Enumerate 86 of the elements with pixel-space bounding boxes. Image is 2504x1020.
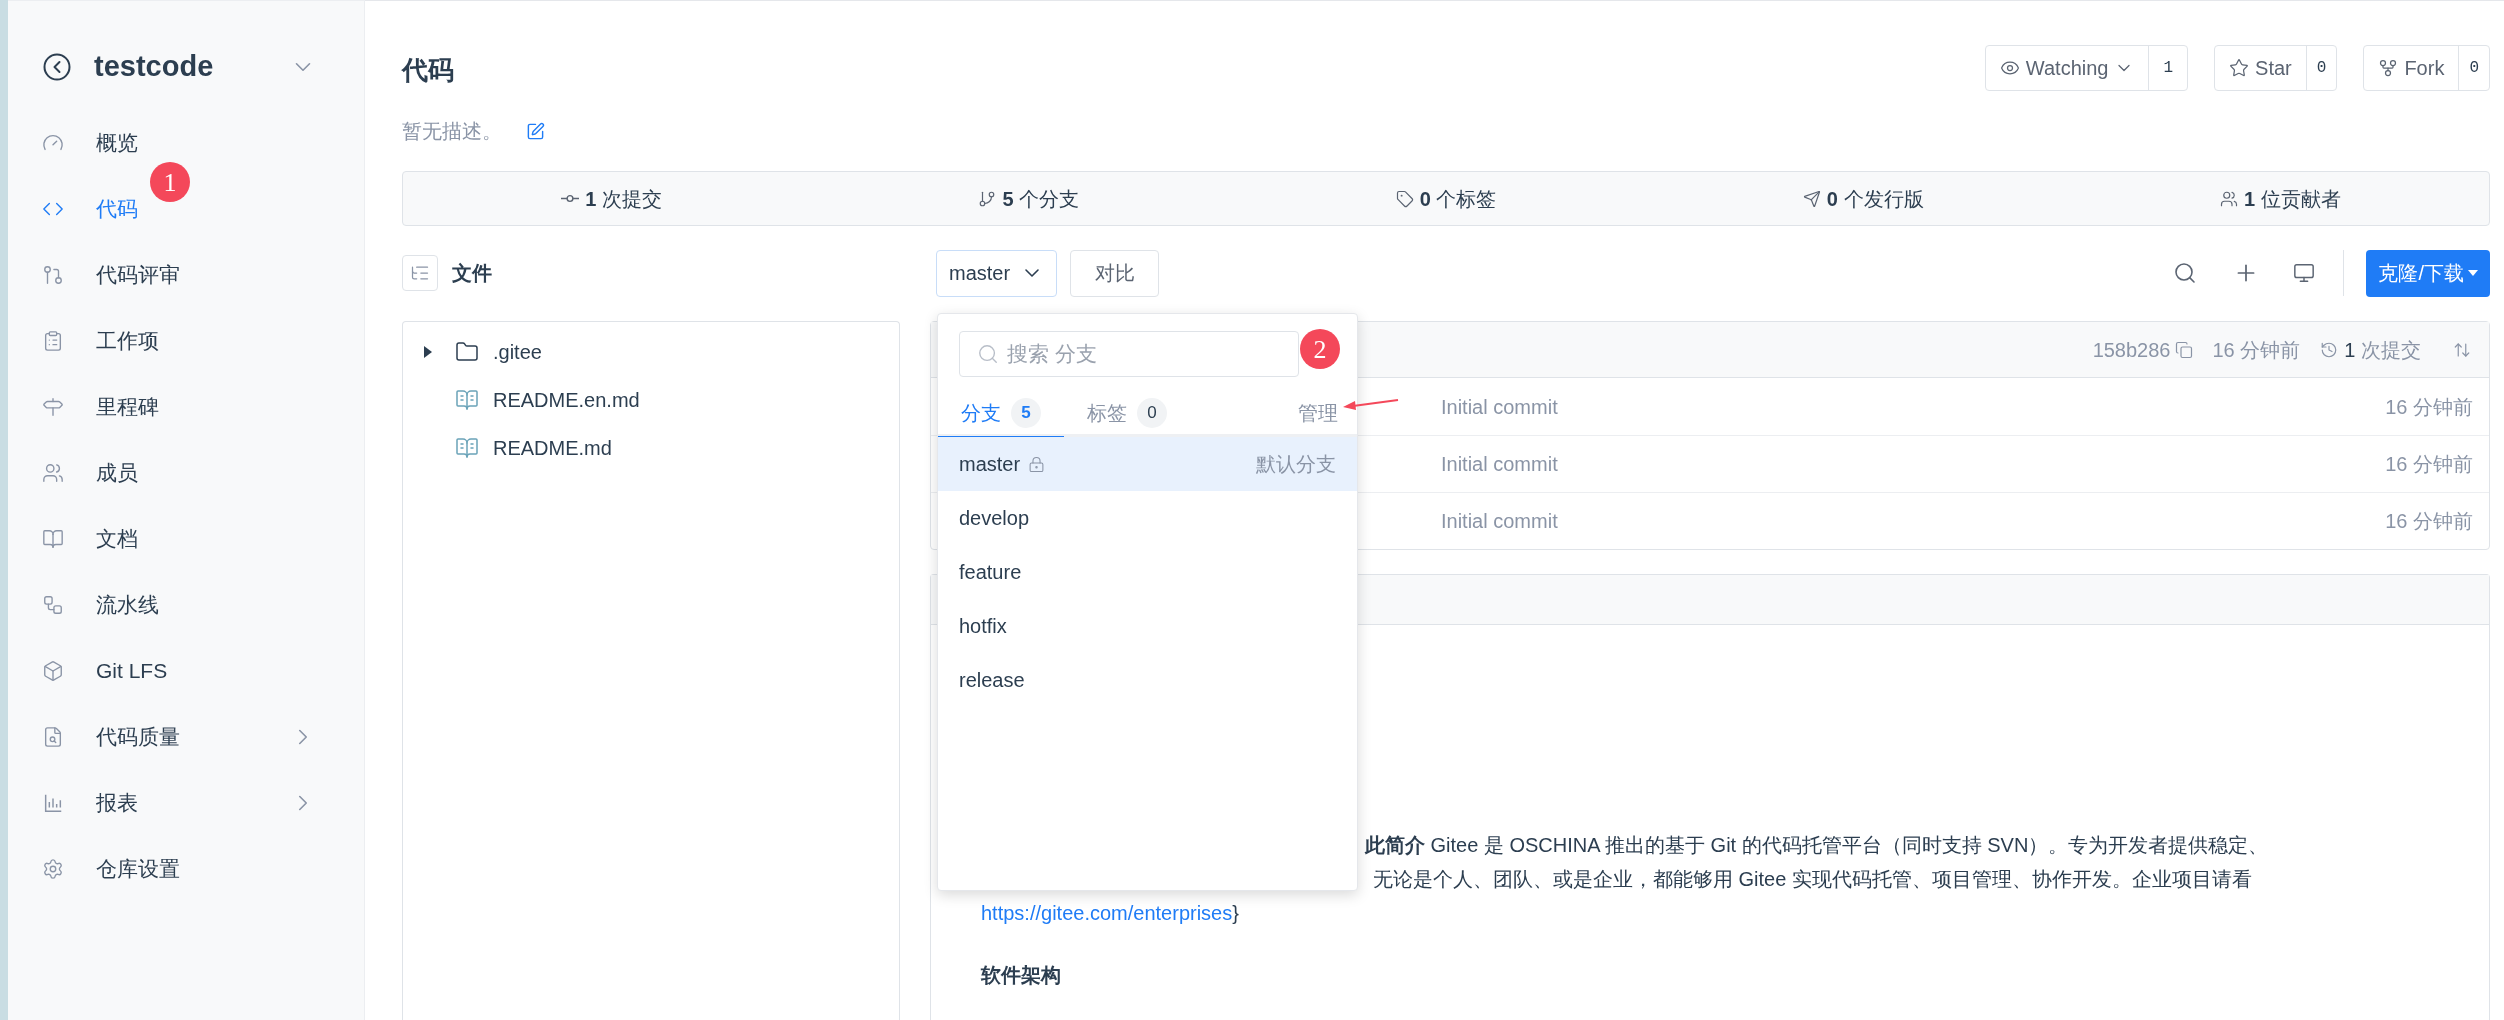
- copy-icon[interactable]: [2174, 340, 2193, 359]
- commit-time: 16 分钟前: [2385, 394, 2473, 420]
- sidebar-item[interactable]: 仓库设置: [96, 853, 180, 885]
- branch-select[interactable]: master: [936, 249, 1058, 297]
- fork-icon: [2378, 58, 2399, 78]
- branch-search-field[interactable]: 搜索 分支: [959, 331, 1299, 377]
- branch-item[interactable]: master 默认分支: [938, 437, 1357, 491]
- users-icon: [2220, 189, 2239, 208]
- users-icon: [42, 462, 64, 484]
- annotation-badge: 1: [150, 162, 190, 202]
- commit-icon: [561, 194, 580, 203]
- branch-item[interactable]: hotfix: [938, 599, 1357, 653]
- clone-button[interactable]: 克隆/下载: [2366, 249, 2490, 297]
- readme-text: 此简介 Gitee 是 OSCHINA 推出的基于 Git 的代码托管平台（同时支持 SVN）。专为开发者提供稳定、: [1365, 834, 2269, 856]
- commit-time: 16 分钟前: [2385, 509, 2473, 534]
- watch-button[interactable]: Watching: [1985, 46, 2149, 90]
- sidebar-item[interactable]: 概览: [96, 127, 138, 159]
- caret-right-icon[interactable]: [423, 345, 433, 359]
- book-icon: [455, 436, 479, 460]
- monitor-icon[interactable]: [2293, 262, 2316, 284]
- search-icon[interactable]: [2173, 261, 2198, 285]
- search-icon: [977, 343, 999, 365]
- star-icon: [2229, 58, 2250, 78]
- readme-text: 无论是个人、团队、或是企业，都能够用 Gitee 实现代码托管、项目管理、协作开发。企业项目请看: [1373, 868, 2252, 890]
- file-name[interactable]: .gitee: [493, 337, 542, 367]
- repo-name: testcode: [94, 49, 214, 85]
- settings-icon: [42, 858, 64, 880]
- edit-icon[interactable]: [526, 121, 545, 141]
- sidebar-item[interactable]: 代码: [96, 193, 138, 225]
- fork-button[interactable]: Fork: [2364, 46, 2459, 90]
- sidebar-item[interactable]: 工作项: [96, 325, 159, 357]
- file-name[interactable]: README.en.md: [493, 385, 640, 415]
- sidebar-item[interactable]: 代码评审: [96, 259, 180, 291]
- book-icon: [42, 528, 64, 550]
- sidebar-item[interactable]: 成员: [96, 457, 138, 489]
- signpost-icon: [42, 396, 64, 418]
- send-icon: [1802, 189, 1821, 208]
- folder-icon: [455, 340, 479, 364]
- section-heading: 软件架构: [981, 963, 1062, 988]
- count: 0: [2305, 46, 2337, 90]
- file-search-icon: [42, 726, 64, 748]
- sidebar-item[interactable]: 里程碑: [96, 391, 159, 423]
- tree-toggle-button[interactable]: [402, 255, 438, 291]
- count-badge: 5: [1011, 397, 1041, 428]
- sidebar-item[interactable]: 流水线: [96, 589, 159, 621]
- sidebar-item[interactable]: 文档: [96, 523, 138, 555]
- stat-link[interactable]: 0 个标签: [1419, 183, 1497, 214]
- branch-item[interactable]: feature: [938, 545, 1357, 599]
- back-icon[interactable]: [42, 52, 72, 82]
- sidebar-item[interactable]: 报表: [96, 787, 138, 819]
- sidebar-item[interactable]: 代码质量: [96, 721, 180, 753]
- count-badge: 0: [1137, 397, 1167, 428]
- stat-link[interactable]: 0 个发行版: [1826, 183, 1924, 214]
- count: 1: [2148, 46, 2188, 90]
- description: 暂无描述。: [402, 119, 502, 144]
- star-button[interactable]: Star: [2215, 46, 2306, 90]
- enterprise-link[interactable]: https://gitee.com/enterprises: [981, 896, 1233, 930]
- pull-request-icon: [42, 264, 64, 286]
- default-branch-label: 默认分支: [1256, 452, 1336, 477]
- file-name[interactable]: README.md: [493, 433, 612, 463]
- brace-text: }: [1232, 901, 1239, 926]
- commit-time: 16 分钟前: [2212, 337, 2301, 363]
- sidebar-item[interactable]: Git LFS: [96, 655, 168, 687]
- book-icon: [455, 388, 479, 412]
- branch-item[interactable]: release: [938, 653, 1357, 707]
- tag-icon: [1395, 189, 1414, 208]
- branch-item[interactable]: develop: [938, 491, 1357, 545]
- stat-link[interactable]: 1 次提交: [585, 183, 662, 214]
- pipeline-icon: [42, 594, 64, 616]
- commit-time: 16 分钟前: [2385, 452, 2473, 477]
- stat-link[interactable]: 5 个分支: [1002, 183, 1080, 214]
- sort-icon[interactable]: [2453, 340, 2471, 359]
- page-title: 代码: [402, 54, 454, 87]
- search-input[interactable]: 搜索 分支: [1007, 338, 1288, 370]
- files-label: 文件: [452, 261, 492, 286]
- commit-count-link[interactable]: 1 次提交: [2344, 334, 2421, 365]
- bar-chart-icon: [42, 792, 64, 814]
- checklist-icon: [42, 330, 64, 352]
- stat-link[interactable]: 1 位贡献者: [2244, 183, 2341, 214]
- compare-button[interactable]: 对比: [1070, 249, 1160, 297]
- annotation-arrow: [1343, 398, 1399, 412]
- cube-icon: [42, 660, 64, 682]
- commit-hash: 158b286: [2092, 337, 2171, 363]
- history-icon: [2320, 340, 2339, 359]
- branch-icon: [978, 189, 997, 208]
- count: 0: [2458, 46, 2489, 90]
